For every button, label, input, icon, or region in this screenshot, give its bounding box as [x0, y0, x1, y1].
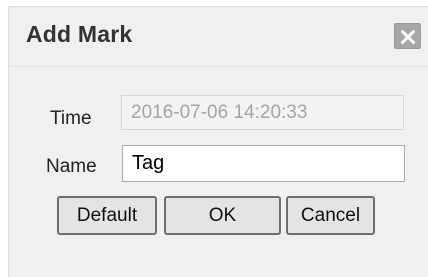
time-label: Time	[50, 108, 92, 129]
title-divider	[9, 66, 428, 67]
close-button[interactable]	[394, 23, 421, 49]
default-button[interactable]: Default	[57, 196, 157, 235]
ok-button[interactable]: OK	[164, 196, 281, 235]
dialog-titlebar: Add Mark	[9, 7, 428, 65]
add-mark-dialog: Add Mark Time Name Default OK Cancel	[8, 6, 428, 277]
name-field[interactable]	[122, 145, 405, 182]
name-label: Name	[46, 156, 97, 177]
time-field	[121, 95, 404, 130]
dialog-title: Add Mark	[26, 21, 133, 47]
cancel-button[interactable]: Cancel	[286, 196, 375, 235]
close-icon	[401, 30, 415, 44]
